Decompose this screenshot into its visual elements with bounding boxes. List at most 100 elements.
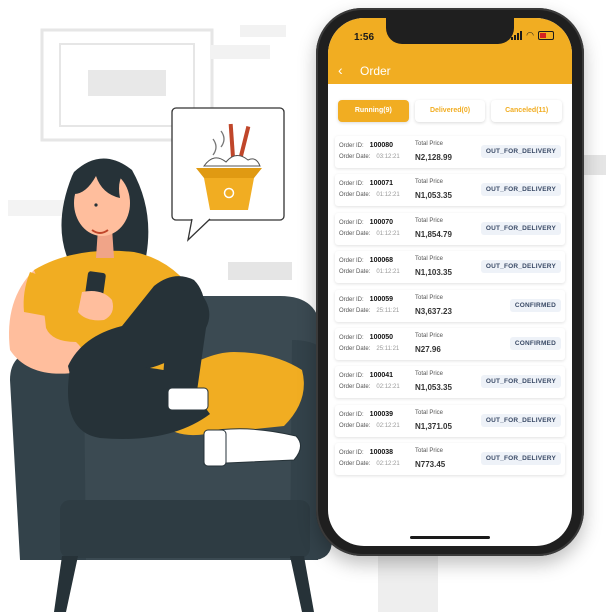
order-id-row: Order ID: 100039: [339, 411, 393, 418]
tab-delivered[interactable]: Delivered(0): [414, 100, 486, 122]
phone-notch: [386, 18, 514, 44]
order-date-row: Order Date: 01:12:21: [339, 269, 400, 275]
order-date: 01:12:21: [376, 230, 400, 237]
order-list: Order ID: 100080 Order Date: 03:12:21 Total …: [335, 136, 565, 482]
order-id: 100038: [369, 449, 394, 457]
order-date-label: Order Date:: [339, 307, 371, 314]
order-tabs: Running(9) Delivered(0) Canceled(11): [338, 100, 563, 122]
order-date: 01:12:21: [376, 269, 400, 276]
order-id-label: Order ID:: [339, 296, 364, 303]
order-date-row: Order Date: 01:12:21: [339, 231, 400, 237]
order-date-label: Order Date:: [339, 384, 371, 391]
order-date-row: Order Date: 25:11:21: [339, 346, 399, 352]
order-date: 25:11:21: [376, 345, 400, 352]
order-id-row: Order ID: 100071: [339, 180, 393, 187]
order-id: 100070: [369, 218, 394, 226]
total-price: N3,637.23: [415, 306, 452, 316]
order-card[interactable]: Order ID: 100068 Order Date: 01:12:21 Total …: [335, 251, 565, 284]
status-badge: OUT_FOR_DELIVERY: [480, 452, 561, 466]
total-price-label: Total Price: [415, 256, 444, 263]
order-id-label: Order ID:: [339, 219, 364, 226]
total-price: N1,053.35: [415, 383, 452, 393]
order-id-row: Order ID: 100080: [339, 142, 393, 149]
order-card[interactable]: Order ID: 100039 Order Date: 02:12:21 Total …: [335, 404, 565, 437]
total-price-label: Total Price: [415, 371, 444, 378]
order-date-label: Order Date:: [339, 345, 371, 352]
order-id-row: Order ID: 100041: [339, 372, 393, 379]
order-id-row: Order ID: 100070: [339, 219, 393, 226]
order-date-row: Order Date: 02:12:21: [339, 461, 400, 467]
total-price-label: Total Price: [415, 448, 444, 455]
total-price-label: Total Price: [415, 217, 444, 224]
order-date: 01:12:21: [376, 192, 400, 199]
back-arrow-icon[interactable]: ‹: [338, 63, 343, 77]
status-badge: OUT_FOR_DELIVERY: [480, 145, 561, 158]
signal-icon: [511, 31, 523, 40]
phone-mockup: 1:56 ◠ ‹ Order Running(9) Delivered(0) C…: [316, 8, 584, 556]
order-date-label: Order Date:: [339, 422, 371, 429]
tab-running[interactable]: Running(9): [338, 100, 409, 122]
order-id: 100080: [369, 142, 394, 149]
order-id: 100068: [369, 257, 394, 265]
order-id-label: Order ID:: [339, 411, 364, 418]
order-date-row: Order Date: 03:12:21: [339, 154, 400, 160]
order-id-label: Order ID:: [339, 373, 364, 380]
total-price: N1,371.05: [415, 421, 452, 431]
total-price: N2,128.99: [415, 153, 452, 162]
status-icons: ◠: [511, 31, 554, 40]
page-title: Order: [360, 64, 391, 78]
status-badge: OUT_FOR_DELIVERY: [480, 260, 561, 274]
order-date-label: Order Date:: [339, 230, 371, 237]
tab-canceled[interactable]: Canceled(11): [491, 100, 563, 122]
status-time: 1:56: [354, 32, 375, 43]
battery-icon: [538, 31, 554, 40]
total-price: N1,854.79: [415, 229, 452, 239]
order-card[interactable]: Order ID: 100038 Order Date: 02:12:21 Total …: [335, 443, 565, 476]
wifi-icon: ◠: [526, 30, 534, 40]
order-card[interactable]: Order ID: 100080 Order Date: 03:12:21 Total …: [335, 136, 565, 168]
order-date: 02:12:21: [376, 422, 400, 429]
order-id-label: Order ID:: [339, 258, 364, 265]
status-badge: CONFIRMED: [509, 336, 561, 350]
order-date-row: Order Date: 25:11:21: [339, 308, 399, 314]
total-price-label: Total Price: [415, 179, 444, 186]
total-price: N1,103.35: [415, 268, 452, 278]
order-id: 100039: [369, 410, 394, 418]
order-date-row: Order Date: 02:12:21: [339, 384, 400, 390]
order-id-row: Order ID: 100050: [339, 334, 393, 341]
order-card[interactable]: Order ID: 100071 Order Date: 01:12:21 Total …: [335, 174, 565, 207]
total-price: N27.96: [415, 344, 441, 354]
order-id-label: Order ID:: [339, 450, 364, 457]
order-id-row: Order ID: 100059: [339, 296, 393, 303]
order-id: 100071: [369, 180, 394, 188]
total-price: N773.45: [415, 460, 446, 470]
order-date: 25:11:21: [376, 307, 400, 314]
order-id-row: Order ID: 100068: [339, 257, 393, 264]
total-price-label: Total Price: [415, 409, 444, 416]
total-price-label: Total Price: [415, 332, 444, 339]
order-card[interactable]: Order ID: 100070 Order Date: 01:12:21 Total …: [335, 212, 565, 245]
order-date-label: Order Date:: [339, 154, 371, 160]
order-card[interactable]: Order ID: 100050 Order Date: 25:11:21 Total …: [335, 327, 565, 360]
order-id: 100050: [369, 333, 394, 341]
order-id-row: Order ID: 100038: [339, 449, 393, 456]
order-card[interactable]: Order ID: 100059 Order Date: 25:11:21 Total …: [335, 289, 565, 322]
order-card[interactable]: Order ID: 100041 Order Date: 02:12:21 Total …: [335, 366, 565, 399]
status-badge: OUT_FOR_DELIVERY: [480, 183, 561, 197]
total-price-label: Total Price: [415, 294, 444, 301]
order-id-label: Order ID:: [339, 334, 364, 341]
order-id-label: Order ID:: [339, 181, 364, 188]
order-date: 03:12:21: [376, 154, 400, 160]
home-indicator: [410, 536, 490, 539]
order-date: 02:12:21: [376, 384, 400, 391]
total-price: N1,053.35: [415, 191, 452, 201]
status-badge: OUT_FOR_DELIVERY: [480, 413, 561, 427]
order-date: 02:12:21: [376, 461, 400, 468]
status-badge: CONFIRMED: [509, 298, 561, 312]
order-id: 100059: [369, 295, 394, 303]
status-badge: OUT_FOR_DELIVERY: [480, 221, 561, 235]
phone-screen: 1:56 ◠ ‹ Order Running(9) Delivered(0) C…: [328, 18, 572, 546]
order-date-label: Order Date:: [339, 461, 371, 468]
order-date-row: Order Date: 02:12:21: [339, 423, 400, 429]
order-date-label: Order Date:: [339, 269, 371, 276]
